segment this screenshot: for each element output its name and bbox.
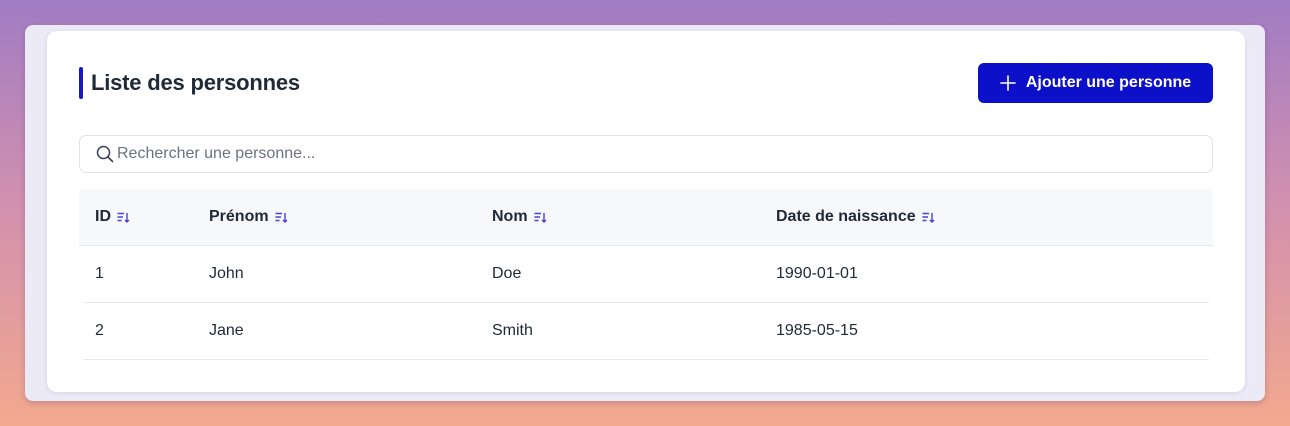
table-row[interactable]: 2 Jane Smith 1985-05-15 — [83, 303, 1209, 360]
sort-icon[interactable] — [117, 212, 130, 223]
cell-prenom: John — [209, 265, 244, 282]
column-header-date-naissance[interactable]: Date de naissance — [776, 189, 935, 245]
column-header-id[interactable]: ID — [95, 189, 130, 245]
page-header: Liste des personnes — [79, 67, 300, 99]
app-frame: Liste des personnes Ajouter une personne — [25, 25, 1265, 401]
column-header-label: ID — [95, 208, 111, 225]
table-header: ID Prénom Nom Date de naissance — [79, 189, 1213, 246]
cell-id: 1 — [95, 265, 104, 282]
search-box[interactable] — [79, 135, 1213, 173]
persons-table: ID Prénom Nom Date de naissance 1 John D… — [79, 189, 1213, 360]
page-title: Liste des personnes — [91, 70, 300, 95]
persons-card: Liste des personnes Ajouter une personne — [47, 31, 1245, 392]
search-input[interactable] — [117, 145, 1177, 163]
sort-icon[interactable] — [534, 212, 547, 223]
search-icon — [96, 145, 114, 163]
column-header-label: Prénom — [209, 208, 269, 225]
plus-icon — [1000, 75, 1016, 91]
sort-icon[interactable] — [275, 212, 288, 223]
cell-prenom: Jane — [209, 322, 244, 339]
add-person-label: Ajouter une personne — [1025, 74, 1192, 91]
cell-date-naissance: 1990-01-01 — [776, 265, 858, 282]
title-accent-bar — [79, 67, 83, 99]
cell-nom: Doe — [492, 265, 522, 282]
column-header-prenom[interactable]: Prénom — [209, 189, 288, 245]
column-header-nom[interactable]: Nom — [492, 189, 547, 245]
cell-id: 2 — [95, 322, 104, 339]
cell-date-naissance: 1985-05-15 — [776, 322, 858, 339]
sort-icon[interactable] — [922, 212, 935, 223]
add-person-button[interactable]: Ajouter une personne — [978, 63, 1213, 103]
column-header-label: Nom — [492, 208, 528, 225]
column-header-label: Date de naissance — [776, 208, 916, 225]
table-row[interactable]: 1 John Doe 1990-01-01 — [83, 246, 1209, 303]
cell-nom: Smith — [492, 322, 533, 339]
